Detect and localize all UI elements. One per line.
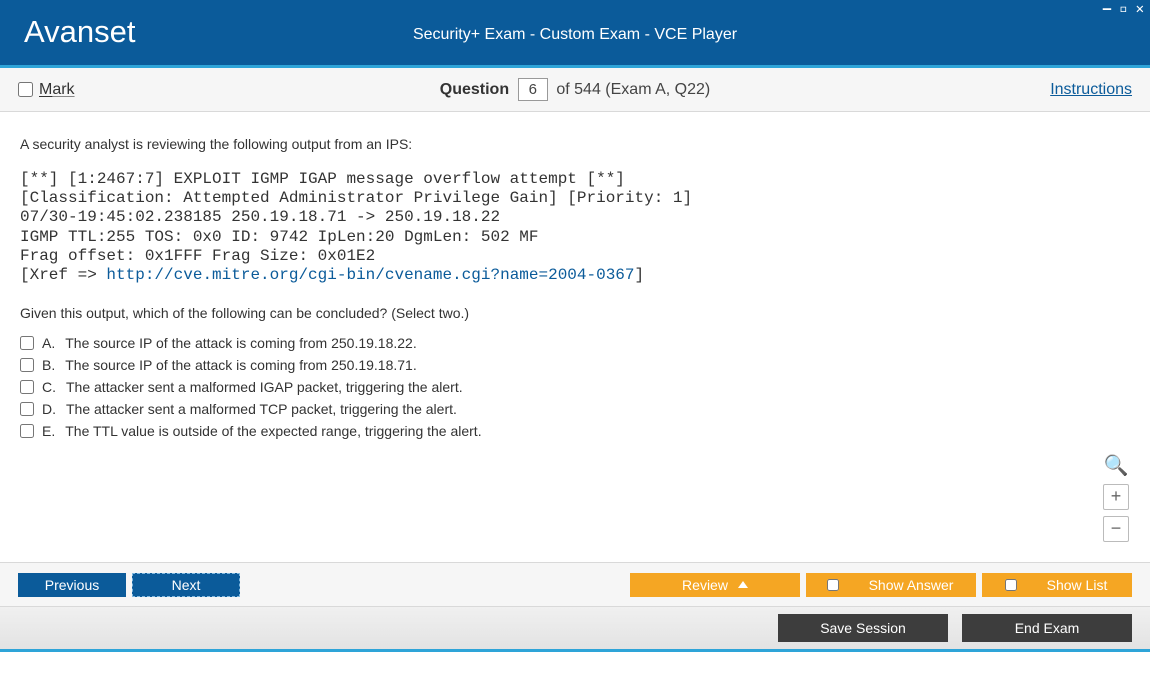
show-answer-button[interactable]: Show Answer [806,573,976,597]
show-list-button[interactable]: Show List [982,573,1132,597]
option-a-checkbox[interactable] [20,336,34,350]
option-e-text: The TTL value is outside of the expected… [65,423,481,439]
ips-output-block: [**] [1:2467:7] EXPLOIT IGMP IGAP messag… [20,170,1130,285]
window-controls: — ▫ ✕ [1103,2,1144,16]
option-e-checkbox[interactable] [20,424,34,438]
question-label: Question [440,81,509,98]
title-bar: — ▫ ✕ Avanset Security+ Exam - Custom Ex… [0,0,1150,68]
option-b-letter: B. [42,357,55,373]
session-footer: Save Session End Exam [0,606,1150,652]
show-answer-label: Show Answer [869,577,954,593]
option-b-text: The source IP of the attack is coming fr… [65,357,417,373]
question-prompt: Given this output, which of the followin… [20,305,1130,321]
option-e-letter: E. [42,423,55,439]
window-title: Security+ Exam - Custom Exam - VCE Playe… [0,26,1150,44]
option-c-text: The attacker sent a malformed IGAP packe… [66,379,463,395]
show-answer-checkbox[interactable] [827,579,839,591]
magnifier-icon[interactable]: 🔍 [1104,453,1129,478]
review-button[interactable]: Review [630,573,800,597]
option-d-text: The attacker sent a malformed TCP packet… [66,401,457,417]
question-counter: Question 6 of 544 (Exam A, Q22) [0,78,1150,101]
previous-button[interactable]: Previous [18,573,126,597]
minimize-button[interactable]: — [1103,2,1111,16]
option-c-letter: C. [42,379,56,395]
triangle-up-icon [738,581,748,588]
save-session-button[interactable]: Save Session [778,614,948,642]
zoom-in-button[interactable]: + [1103,484,1129,510]
question-header-bar: Mark Question 6 of 544 (Exam A, Q22) Ins… [0,68,1150,112]
maximize-button[interactable]: ▫ [1119,2,1127,16]
option-e[interactable]: E. The TTL value is outside of the expec… [20,423,1130,439]
zoom-controls: 🔍 + − [1102,453,1130,542]
question-content: A security analyst is reviewing the foll… [0,112,1150,562]
close-button[interactable]: ✕ [1136,2,1144,16]
show-list-label: Show List [1047,577,1108,593]
xref-link[interactable]: http://cve.mitre.org/cgi-bin/cvename.cgi… [106,266,634,284]
option-b[interactable]: B. The source IP of the attack is coming… [20,357,1130,373]
question-suffix: of 544 (Exam A, Q22) [556,81,710,98]
option-b-checkbox[interactable] [20,358,34,372]
nav-footer: Previous Next Review Show Answer Show Li… [0,562,1150,606]
option-a-text: The source IP of the attack is coming fr… [65,335,417,351]
option-d-checkbox[interactable] [20,402,34,416]
zoom-out-button[interactable]: − [1103,516,1129,542]
option-c-checkbox[interactable] [20,380,34,394]
option-d-letter: D. [42,401,56,417]
answer-options: A. The source IP of the attack is coming… [20,335,1130,439]
option-c[interactable]: C. The attacker sent a malformed IGAP pa… [20,379,1130,395]
end-exam-button[interactable]: End Exam [962,614,1132,642]
option-a-letter: A. [42,335,55,351]
show-list-checkbox[interactable] [1005,579,1017,591]
option-d[interactable]: D. The attacker sent a malformed TCP pac… [20,401,1130,417]
question-number-box: 6 [518,78,548,101]
next-button[interactable]: Next [132,573,240,597]
review-label: Review [682,577,728,593]
option-a[interactable]: A. The source IP of the attack is coming… [20,335,1130,351]
question-intro: A security analyst is reviewing the foll… [20,136,1130,152]
